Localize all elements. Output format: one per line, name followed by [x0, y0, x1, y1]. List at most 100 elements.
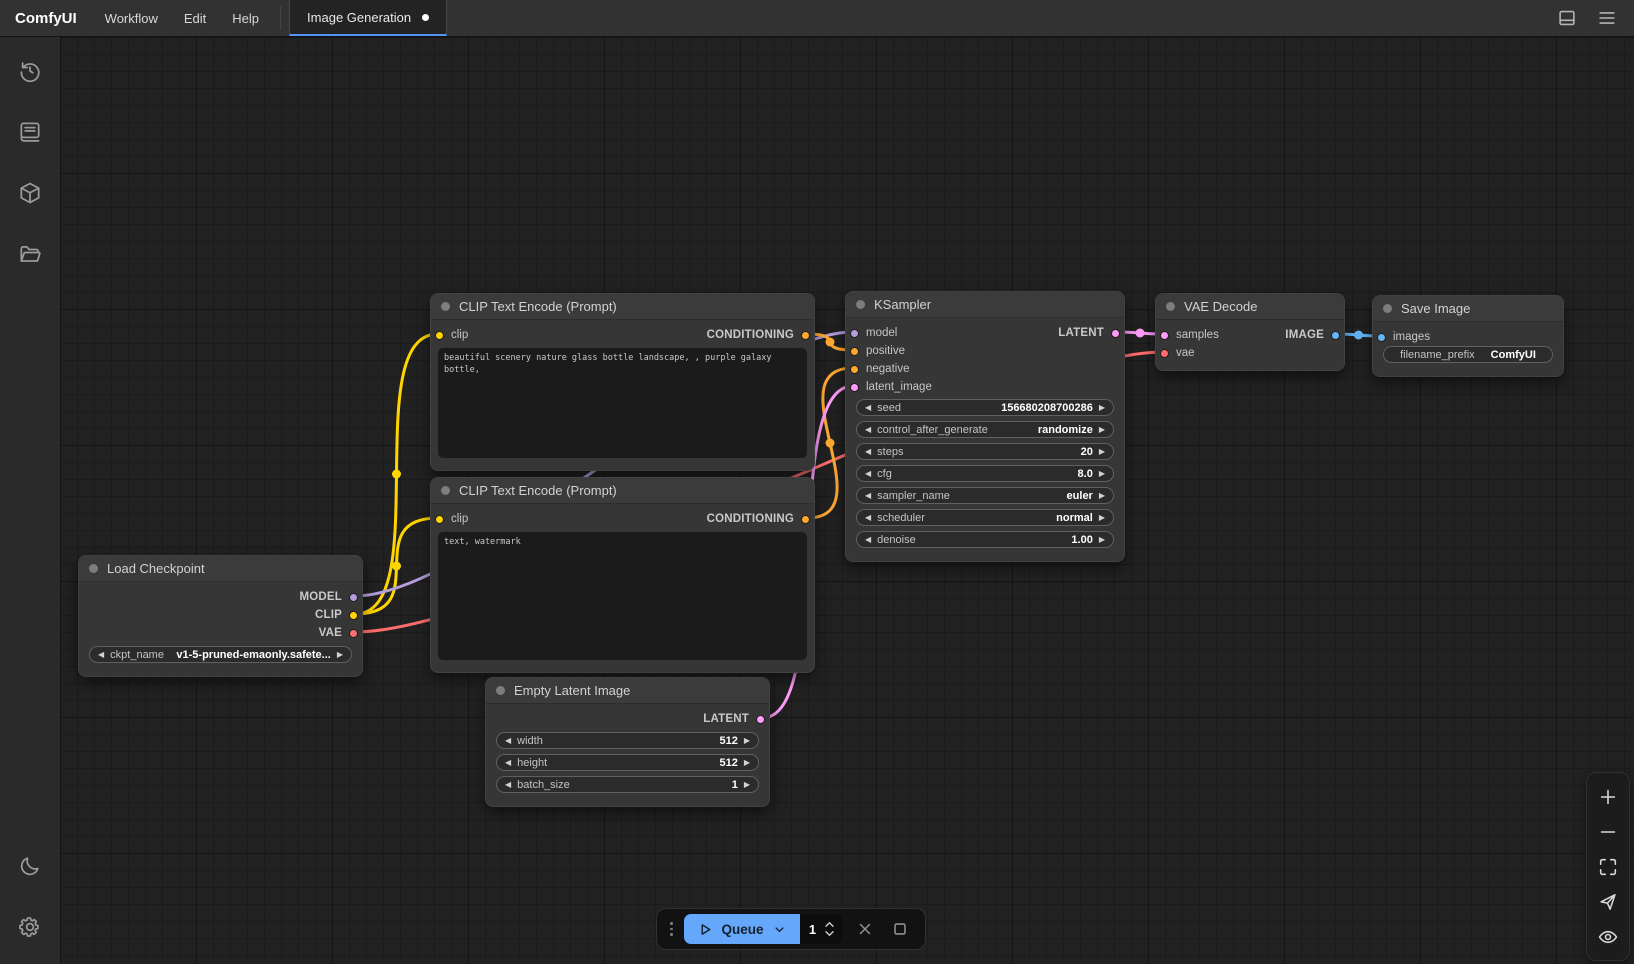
- clear-queue-button[interactable]: [853, 917, 877, 941]
- widget-next-icon[interactable]: ▶: [1099, 536, 1105, 544]
- node-ksampler[interactable]: KSampler model LATENT positive negative …: [845, 291, 1125, 562]
- batch-count-field[interactable]: 1: [800, 914, 842, 944]
- input-port-negative[interactable]: [850, 365, 859, 374]
- stepper-down-icon[interactable]: [824, 930, 835, 937]
- toggle-link-visibility-button[interactable]: [1591, 920, 1625, 953]
- widget-next-icon[interactable]: ▶: [1099, 514, 1105, 522]
- output-port-conditioning[interactable]: [801, 331, 810, 340]
- widget-prev-icon[interactable]: ◀: [98, 651, 104, 659]
- node-clip-text-encode-positive[interactable]: CLIP Text Encode (Prompt) clip CONDITION…: [430, 293, 815, 471]
- node-save-image[interactable]: Save Image images filename_prefix ComfyU…: [1372, 295, 1564, 377]
- sidebar-node-library-button[interactable]: [9, 172, 51, 214]
- input-port-vae[interactable]: [1160, 349, 1169, 358]
- fit-view-button[interactable]: [1591, 850, 1625, 883]
- node-vae-decode[interactable]: VAE Decode samples IMAGE vae: [1155, 293, 1345, 371]
- node-header[interactable]: VAE Decode: [1156, 294, 1344, 320]
- tab-image-generation[interactable]: Image Generation: [289, 0, 447, 36]
- collapse-dot[interactable]: [89, 564, 98, 573]
- node-load-checkpoint[interactable]: Load Checkpoint MODEL CLIP VAE ◀ ckpt_na…: [78, 555, 363, 677]
- widget-next-icon[interactable]: ▶: [1099, 426, 1105, 434]
- input-port-positive[interactable]: [850, 347, 859, 356]
- queue-button[interactable]: Queue: [684, 914, 800, 944]
- widget-prev-icon[interactable]: ◀: [865, 470, 871, 478]
- output-port-latent[interactable]: [1111, 329, 1120, 338]
- widget-width[interactable]: ◀ width 512 ▶: [496, 732, 759, 749]
- widget-prev-icon[interactable]: ◀: [865, 492, 871, 500]
- node-clip-text-encode-negative[interactable]: CLIP Text Encode (Prompt) clip CONDITION…: [430, 477, 815, 673]
- widget-prev-icon[interactable]: ◀: [865, 536, 871, 544]
- output-port-vae[interactable]: [349, 629, 358, 638]
- widget-next-icon[interactable]: ▶: [1099, 470, 1105, 478]
- widget-next-icon[interactable]: ▶: [337, 651, 343, 659]
- widget-prev-icon[interactable]: ◀: [865, 404, 871, 412]
- sidebar-queue-button[interactable]: [9, 111, 51, 153]
- input-port-images[interactable]: [1377, 333, 1386, 342]
- widget-prev-icon[interactable]: ◀: [505, 737, 511, 745]
- input-port-samples[interactable]: [1160, 331, 1169, 340]
- sidebar-history-button[interactable]: [9, 50, 51, 92]
- menu-edit[interactable]: Edit: [171, 0, 219, 36]
- input-port-clip[interactable]: [435, 515, 444, 524]
- node-empty-latent-image[interactable]: Empty Latent Image LATENT ◀ width 512 ▶ …: [485, 677, 770, 807]
- pan-mode-button[interactable]: [1591, 885, 1625, 918]
- widget-prev-icon[interactable]: ◀: [865, 426, 871, 434]
- stop-button[interactable]: [888, 917, 912, 941]
- widget-height[interactable]: ◀ height 512 ▶: [496, 754, 759, 771]
- node-header[interactable]: Empty Latent Image: [486, 678, 769, 704]
- zoom-in-button[interactable]: [1591, 780, 1625, 813]
- collapse-dot[interactable]: [856, 300, 865, 309]
- widget-prev-icon[interactable]: ◀: [505, 759, 511, 767]
- bottom-panel-button[interactable]: [1552, 3, 1582, 33]
- widget-next-icon[interactable]: ▶: [1099, 492, 1105, 500]
- collapse-dot[interactable]: [1383, 304, 1392, 313]
- input-port-clip[interactable]: [435, 331, 444, 340]
- widget-denoise[interactable]: ◀ denoise 1.00 ▶: [856, 531, 1114, 548]
- settings-button[interactable]: [9, 906, 51, 948]
- prompt-text-input[interactable]: text, watermark: [438, 532, 807, 660]
- output-port-image[interactable]: [1331, 331, 1340, 340]
- graph-canvas[interactable]: Load Checkpoint MODEL CLIP VAE ◀ ckpt_na…: [60, 37, 1634, 964]
- widget-sampler-name[interactable]: ◀ sampler_name euler ▶: [856, 487, 1114, 504]
- node-header[interactable]: CLIP Text Encode (Prompt): [431, 478, 814, 504]
- widget-prev-icon[interactable]: ◀: [865, 514, 871, 522]
- output-port-clip[interactable]: [349, 611, 358, 620]
- input-port-model[interactable]: [850, 329, 859, 338]
- theme-toggle-button[interactable]: [9, 845, 51, 887]
- sidebar-workflows-button[interactable]: [9, 233, 51, 275]
- prompt-text-input[interactable]: beautiful scenery nature glass bottle la…: [438, 348, 807, 458]
- node-header[interactable]: Load Checkpoint: [79, 556, 362, 582]
- main-menu-button[interactable]: [1592, 3, 1622, 33]
- widget-steps[interactable]: ◀ steps 20 ▶: [856, 443, 1114, 460]
- input-port-latent-image[interactable]: [850, 383, 859, 392]
- widget-next-icon[interactable]: ▶: [1099, 404, 1105, 412]
- widget-next-icon[interactable]: ▶: [1099, 448, 1105, 456]
- widget-batch-size[interactable]: ◀ batch_size 1 ▶: [496, 776, 759, 793]
- widget-prev-icon[interactable]: ◀: [865, 448, 871, 456]
- stepper-up-icon[interactable]: [824, 921, 835, 928]
- collapse-dot[interactable]: [496, 686, 505, 695]
- widget-filename-prefix[interactable]: filename_prefix ComfyUI: [1383, 346, 1553, 363]
- output-port-conditioning[interactable]: [801, 515, 810, 524]
- widget-scheduler[interactable]: ◀ scheduler normal ▶: [856, 509, 1114, 526]
- widget-ckpt-name[interactable]: ◀ ckpt_name v1-5-pruned-emaonly.safete..…: [89, 646, 352, 663]
- output-port-latent[interactable]: [756, 715, 765, 724]
- menu-help[interactable]: Help: [219, 0, 272, 36]
- node-header[interactable]: Save Image: [1373, 296, 1563, 322]
- link-clip-to-positive[interactable]: [355, 334, 438, 614]
- node-header[interactable]: CLIP Text Encode (Prompt): [431, 294, 814, 320]
- widget-next-icon[interactable]: ▶: [744, 759, 750, 767]
- widget-seed[interactable]: ◀ seed 156680208700286 ▶: [856, 399, 1114, 416]
- output-port-model[interactable]: [349, 593, 358, 602]
- collapse-dot[interactable]: [441, 486, 450, 495]
- widget-control-after-generate[interactable]: ◀ control_after_generate randomize ▶: [856, 421, 1114, 438]
- zoom-out-button[interactable]: [1591, 815, 1625, 848]
- widget-prev-icon[interactable]: ◀: [505, 781, 511, 789]
- menu-workflow[interactable]: Workflow: [92, 0, 171, 36]
- node-header[interactable]: KSampler: [846, 292, 1124, 318]
- drag-handle-icon[interactable]: [670, 922, 673, 936]
- link-clip-to-negative[interactable]: [355, 518, 438, 614]
- widget-cfg[interactable]: ◀ cfg 8.0 ▶: [856, 465, 1114, 482]
- widget-next-icon[interactable]: ▶: [744, 781, 750, 789]
- collapse-dot[interactable]: [441, 302, 450, 311]
- collapse-dot[interactable]: [1166, 302, 1175, 311]
